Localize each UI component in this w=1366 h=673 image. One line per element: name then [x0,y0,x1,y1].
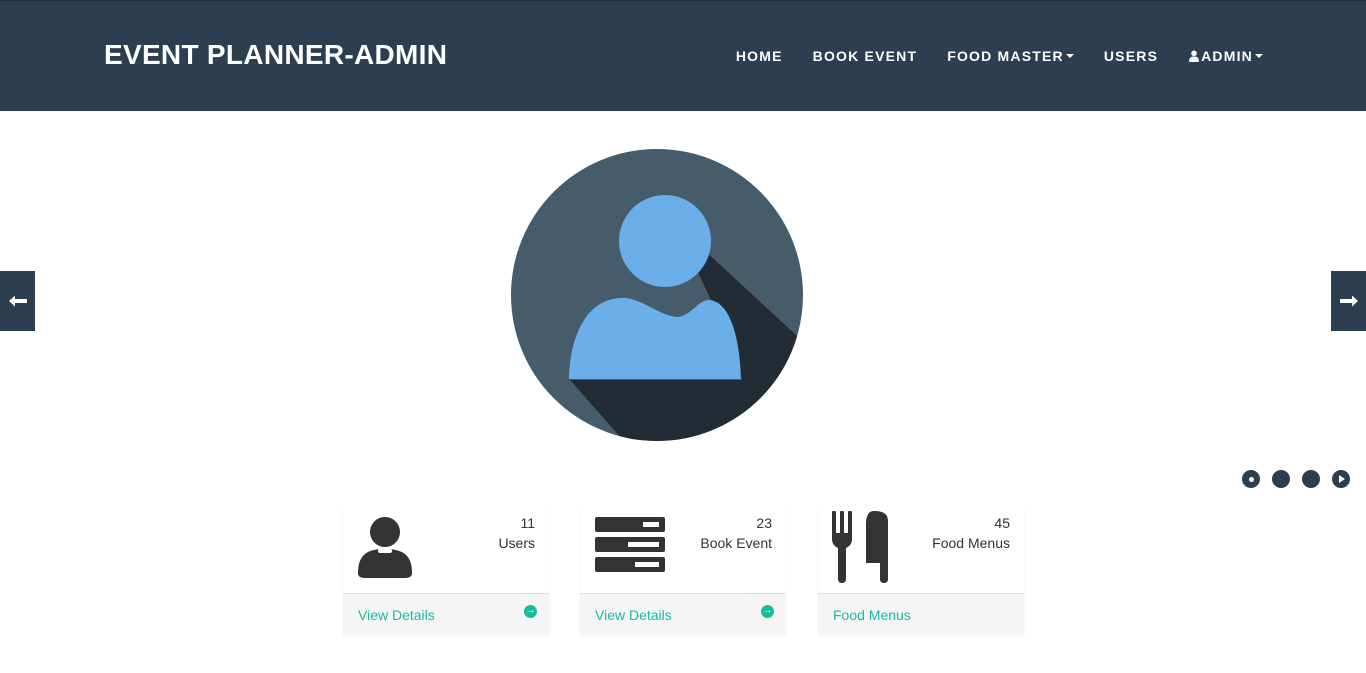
users-view-details-link[interactable]: View Details → [343,593,549,635]
nav-home[interactable]: HOME [736,48,783,64]
arrow-right-icon [1339,295,1358,307]
list-icon [595,517,665,572]
carousel-prev-button[interactable] [0,271,35,331]
food-menus-count: 45 [994,515,1010,531]
user-icon [358,517,412,578]
footer-text: Food Menus [833,606,911,623]
nav-users-label: USERS [1103,48,1159,64]
user-icon [1189,50,1200,62]
nav-admin-dropdown[interactable]: ADMIN [1188,48,1263,64]
footer-text: View Details [595,606,672,623]
nav-home-label: HOME [735,48,783,64]
panel-body: 23 Book Event [580,507,786,593]
users-panel: 11 Users View Details → [343,507,549,635]
food-menus-link[interactable]: Food Menus [818,593,1024,635]
arrow-left-icon [8,295,27,307]
panel-body: 45 Food Menus [818,507,1024,593]
play-icon [1339,475,1345,483]
nav-users[interactable]: USERS [1104,48,1158,64]
arrow-circle-right-icon: → [524,605,537,618]
book-event-label: Book Event [700,535,772,551]
nav-food-master-dropdown[interactable]: FOOD MASTER [947,48,1074,64]
carousel-indicators [1242,470,1350,488]
users-count: 11 [520,515,535,531]
footer-text: View Details [358,606,435,623]
carousel-indicator-3[interactable] [1302,470,1320,488]
book-event-count: 23 [756,515,772,531]
carousel-play-button[interactable] [1332,470,1350,488]
nav-admin-label: ADMIN [1201,48,1253,64]
carousel-next-button[interactable] [1331,271,1366,331]
cutlery-icon [832,511,888,583]
nav-book-event-label: BOOK EVENT [812,48,918,64]
caret-down-icon [1255,54,1263,58]
users-label: Users [498,535,535,551]
arrow-circle-right-icon: → [761,605,774,618]
nav-food-master-label: FOOD MASTER [947,48,1064,64]
brand-title[interactable]: EVENT PLANNER-ADMIN [104,39,447,71]
caret-down-icon [1065,54,1074,58]
active-dot-icon [1248,476,1254,482]
food-menus-label: Food Menus [932,535,1010,551]
panel-body: 11 Users [343,507,549,593]
food-menus-panel: 45 Food Menus Food Menus [818,507,1024,635]
nav-book-event[interactable]: BOOK EVENT [813,48,918,64]
admin-avatar-image [511,149,803,441]
main-nav: HOME BOOK EVENT FOOD MASTER USERS ADMIN [706,48,1263,64]
navbar: EVENT PLANNER-ADMIN HOME BOOK EVENT FOOD… [0,0,1366,111]
carousel-indicator-2[interactable] [1272,470,1290,488]
carousel-indicator-1[interactable] [1242,470,1260,488]
book-event-panel: 23 Book Event View Details → [580,507,786,635]
book-event-view-details-link[interactable]: View Details → [580,593,786,635]
